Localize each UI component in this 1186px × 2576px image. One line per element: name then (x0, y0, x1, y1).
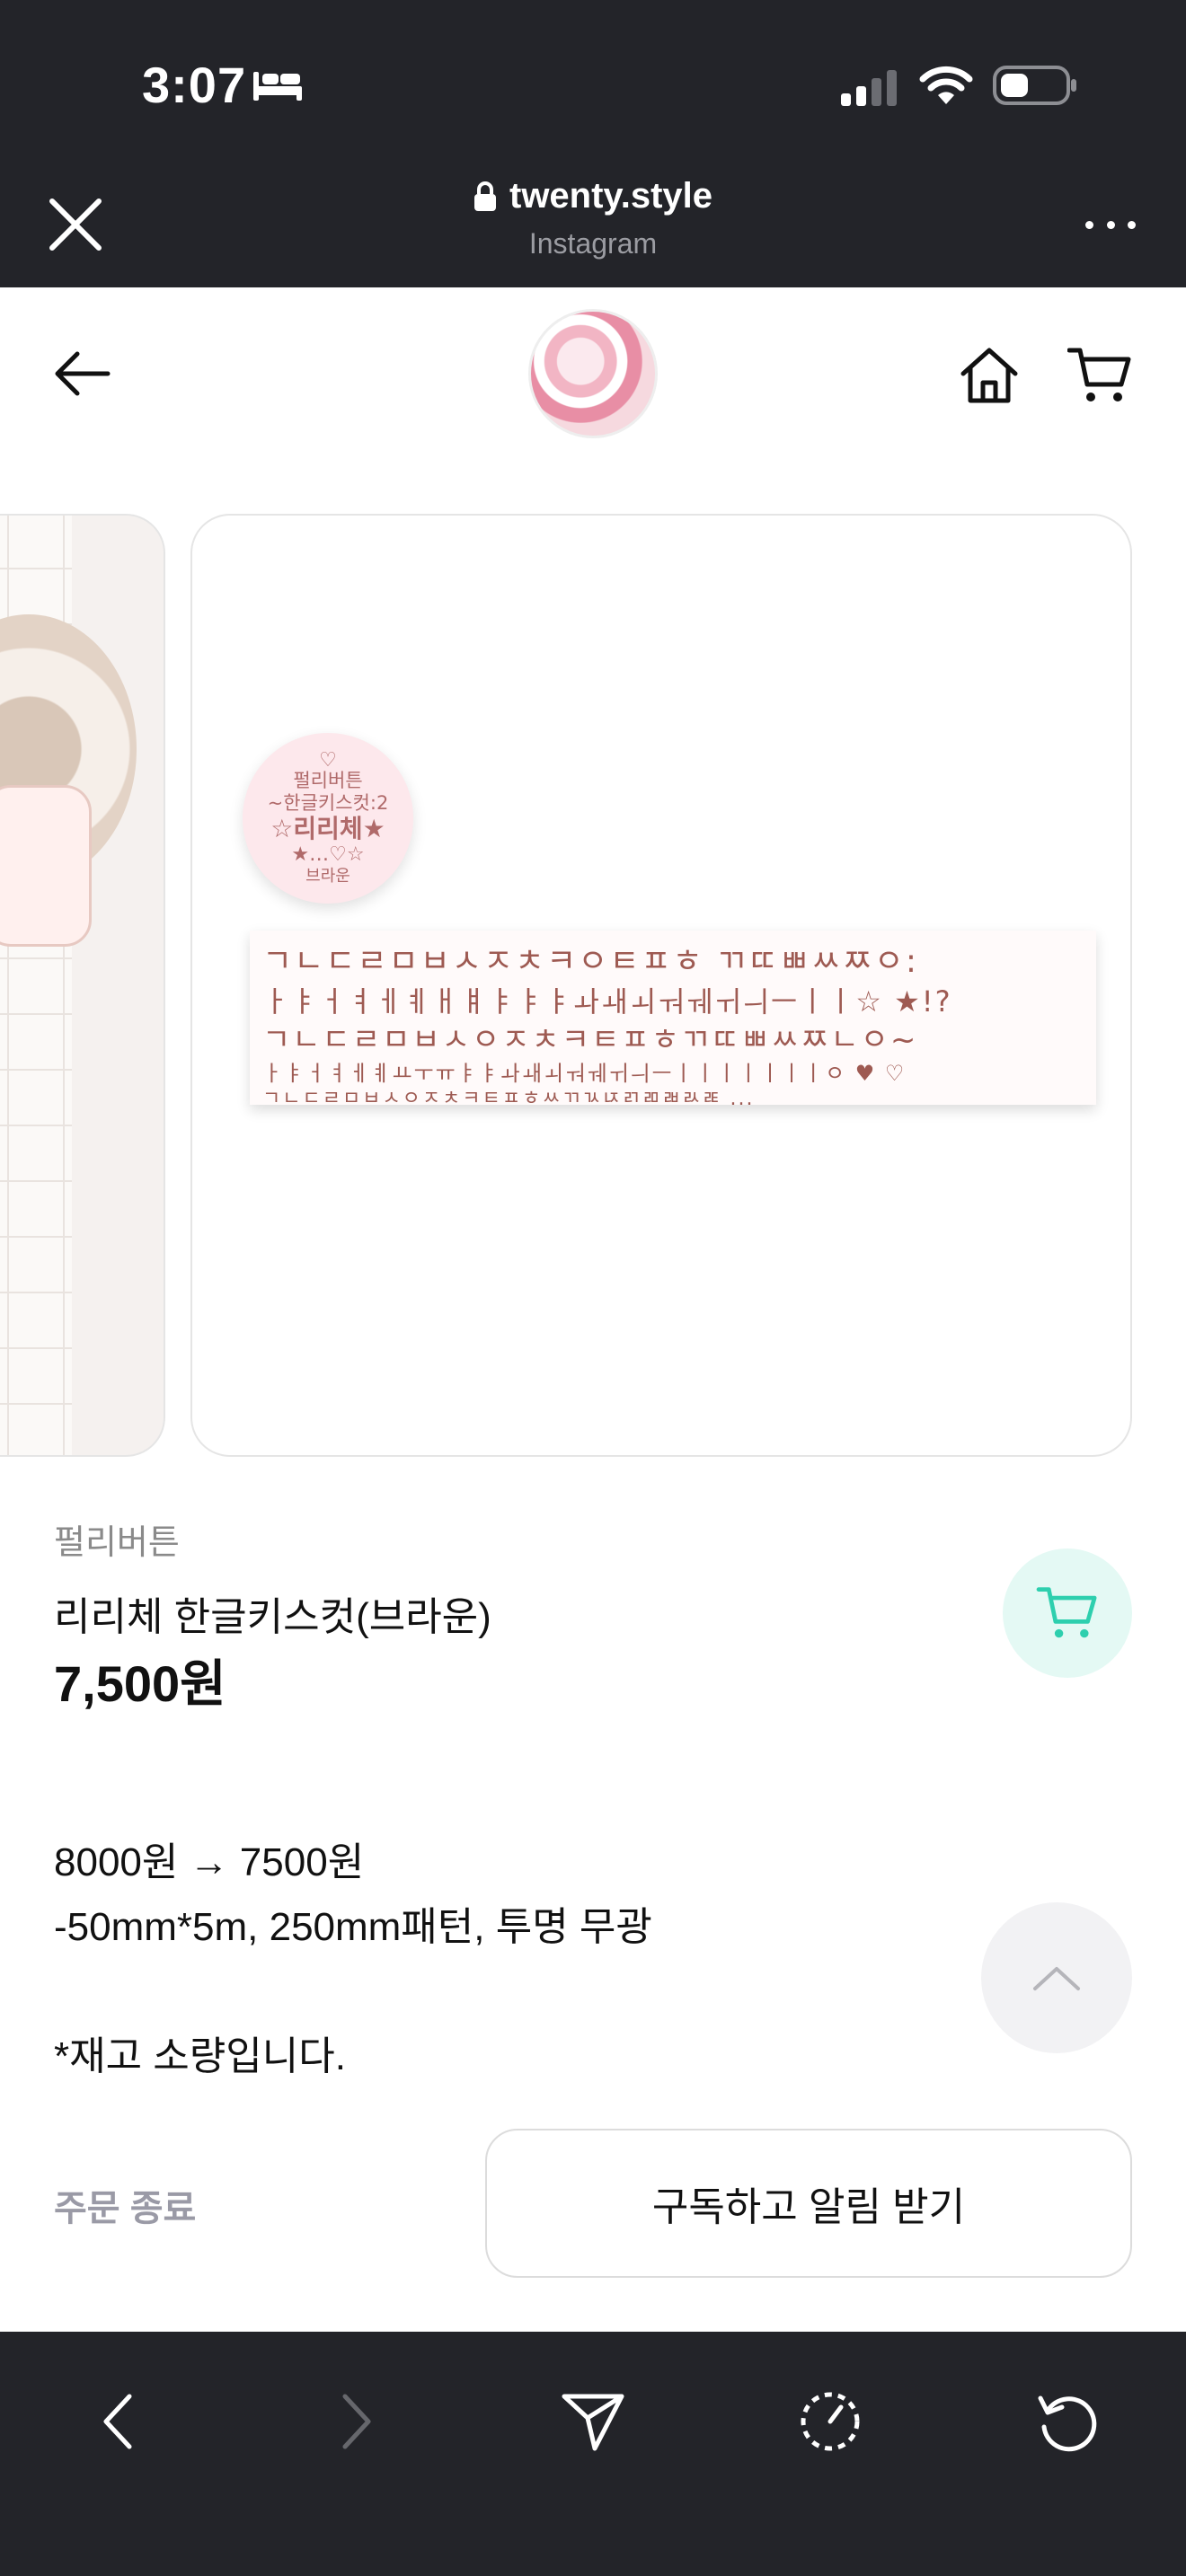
product-image-carousel[interactable]: ♡ 펄리버튼 ~한글키스컷:2 ☆리리체★ ★…♡☆ 브라운 ㄱㄴㄷㄹㅁㅂㅅㅈㅊ… (0, 514, 1186, 1457)
tape-label-brand: 펄리버튼 (293, 770, 363, 791)
product-price: 7,500원 (54, 1655, 226, 1712)
share-icon (562, 2394, 624, 2451)
strip-row: ㄱㄴㄷㄹㅁㅂㅅㅇㅈㅊㅋㅌㅍㅎㅆㄲㄳㄵㄺㄻㄼㄽㄾ ... (262, 1088, 755, 1105)
order-status: 주문 종료 (54, 2189, 197, 2228)
brand-name[interactable]: 펄리버튼 (54, 1514, 180, 1564)
subscribe-notify-button[interactable]: 구독하고 알림 받기 (485, 2129, 1132, 2278)
tape-strip-sample: ㄱㄴㄷㄹㅁㅂㅅㅈㅊㅋㅇㅌㅍㅎ ㄲㄸㅃㅆㅉㅇ: ㅏㅑㅓㅕㅔㅖㅐㅒㅑㅑㅑㅘㅙㅚㅝㅞㅟ… (250, 931, 1096, 1105)
chevron-up-icon (1033, 1967, 1080, 1990)
wifi-icon (919, 66, 973, 104)
home-icon[interactable] (958, 345, 1021, 406)
tape-label-stars: ★…♡☆ (291, 843, 365, 866)
status-time: 3:07 (142, 57, 247, 113)
tape-roll-label: ♡ 펄리버튼 ~한글키스컷:2 ☆리리체★ ★…♡☆ 브라운 (243, 733, 413, 904)
browser-forward-button[interactable] (320, 2386, 392, 2457)
product-description: 8000원 → 7500원 -50mm*5m, 250mm패턴, 투명 무광 *… (54, 1831, 652, 2089)
browser-top-bar: 3:07 twenty.style Instagram (0, 0, 1186, 287)
strip-row: ㄱㄴㄷㄹㅁㅂㅅㅈㅊㅋㅇㅌㅍㅎ ㄲㄸㅃㅆㅉㅇ: (262, 943, 918, 980)
reload-button[interactable] (1031, 2386, 1103, 2457)
share-button[interactable] (557, 2386, 629, 2457)
lock-icon (474, 181, 496, 211)
more-icon-dot (1106, 220, 1115, 229)
address-bar[interactable]: twenty.style Instagram (323, 176, 863, 260)
close-icon (49, 198, 102, 251)
cart-icon (1036, 1587, 1097, 1638)
close-button[interactable] (43, 192, 108, 257)
bed-icon (253, 72, 302, 101)
more-button[interactable] (1085, 214, 1136, 235)
description-stock-note: *재고 소량입니다. (54, 2034, 346, 2078)
strip-row: ㅏㅑㅓㅕㅔㅖㅛㅜㅠㅑㅑㅘㅙㅚㅝㅞㅟㅢㅡㅣㅣㅣㅣㅣㅣㅣㅇ ♥ ♡ (262, 1061, 907, 1086)
more-icon-dot (1128, 220, 1136, 229)
back-arrow-icon[interactable] (50, 341, 115, 406)
battery-icon (993, 66, 1076, 105)
timer-icon (801, 2392, 860, 2451)
browser-back-button[interactable] (83, 2386, 155, 2457)
cart-icon[interactable] (1067, 345, 1132, 406)
store-avatar[interactable] (528, 309, 658, 438)
tape-label-heart: ♡ (319, 748, 337, 771)
back-icon (103, 2394, 132, 2449)
signal-icon (841, 70, 897, 106)
timer-button[interactable] (794, 2386, 866, 2457)
tape-label-title: ☆리리체★ (270, 814, 385, 843)
scroll-to-top-button[interactable] (981, 1902, 1132, 2053)
tape-label-color: 브라운 (305, 867, 350, 886)
more-icon (1085, 220, 1093, 229)
description-specs: -50mm*5m, 250mm패턴, 투명 무광 (54, 1905, 652, 1949)
reload-icon (1038, 2395, 1097, 2452)
source-app-label: Instagram (528, 227, 658, 260)
product-name: 리리체 한글키스컷(브라운) (54, 1595, 491, 1639)
browser-bottom-toolbar (0, 2332, 1186, 2576)
description-price-change: 8000원 → 7500원 (54, 1840, 365, 1884)
store-header (0, 287, 1186, 458)
tape-label-photo (0, 785, 92, 947)
previous-product-image[interactable] (0, 514, 165, 1457)
strip-row: ㅏㅑㅓㅕㅔㅖㅐㅒㅑㅑㅑㅘㅙㅚㅝㅞㅟㅢㅡㅣㅣ☆ ★!? (262, 984, 952, 1019)
strip-row: ㄱㄴㄷㄹㅁㅂㅅㅇㅈㅊㅋㅌㅍㅎㄲㄸㅃㅆㅉㄴㅇ~ (262, 1022, 918, 1058)
tape-label-line: ~한글키스컷:2 (267, 792, 389, 814)
forward-icon (342, 2394, 371, 2449)
url-text: twenty.style (509, 176, 712, 216)
current-product-image[interactable]: ♡ 펄리버튼 ~한글키스컷:2 ☆리리체★ ★…♡☆ 브라운 ㄱㄴㄷㄹㅁㅂㅅㅈㅊ… (190, 514, 1132, 1457)
add-to-cart-button[interactable] (1003, 1548, 1132, 1678)
